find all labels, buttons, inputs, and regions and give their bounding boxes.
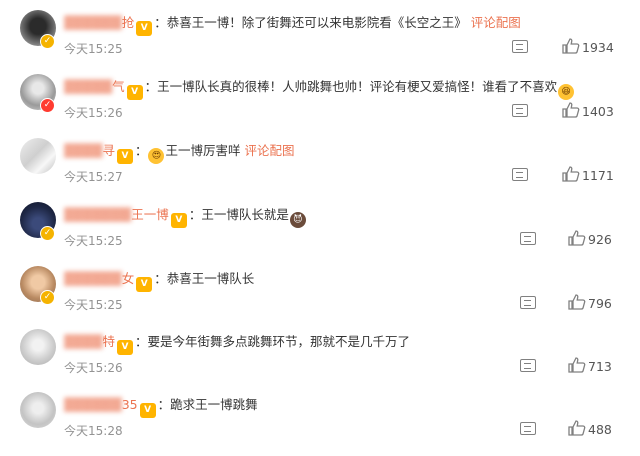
username[interactable]: 王一博 [131,207,169,222]
vip-badge-icon: V [136,21,153,36]
like-count: 713 [588,359,612,374]
thumbs-up-icon[interactable] [562,102,580,118]
vip-badge-icon: V [116,340,133,355]
username[interactable]: 气 [112,79,125,94]
comment-icon[interactable] [512,168,528,181]
comment-item: ✓ ▓▓▓▓▓气 V ：王一博队长真的很棒！人帅跳舞也帅！评论有梗又爱搞怪！谁看了不… [0,74,640,138]
comment-time: 今天15:28 [64,424,123,438]
comment-line: ▓▓▓▓▓▓女 V ：恭喜王一博队长 [64,270,620,292]
colon: ： [134,143,148,158]
comment-icon[interactable] [520,359,536,372]
comment-text: 王一博队长真的很棒！人帅跳舞也帅！评论有梗又爱搞怪！谁看了不喜欢 [157,79,558,94]
comment-text: 王一博厉害咩 [165,143,241,158]
comment-icon[interactable] [512,104,528,117]
comment-icon[interactable] [520,296,536,309]
like-count: 926 [588,232,612,247]
comment-line: ▓▓▓▓▓▓▓王一博 V ：王一博队长就是 😈 [64,206,620,228]
comment-item: ▓▓▓▓寻 V： 😍 王一博厉害咩 评论配图 今天15:27 1171 [0,138,640,202]
comment-time: 今天15:27 [64,170,123,184]
thumbs-up-icon[interactable] [568,230,586,246]
comment-item: ✓ ▓▓▓▓▓▓抢 V ：恭喜王一博！除了街舞还可以来电影院看《长空之王》 评论配图… [0,10,640,74]
comment-icon[interactable] [520,232,536,245]
colon: ： [134,334,148,349]
verified-badge-icon: ✓ [40,34,55,49]
comment-picture-link[interactable]: 评论配图 [471,15,521,30]
devil-emoji-icon: 😈 [289,212,306,228]
like-count: 796 [588,296,612,311]
thumbs-up-icon[interactable] [568,420,586,436]
username-blurred[interactable]: ▓▓▓▓▓▓▓ [64,207,131,222]
heart-eyes-emoji-icon: 😍 [148,148,165,164]
username[interactable]: 女 [122,271,135,286]
comment-line: ▓▓▓▓▓气 V ：王一博队长真的很棒！人帅跳舞也帅！评论有梗又爱搞怪！谁看了不喜欢… [64,78,620,100]
colon: ： [154,271,167,286]
thumbs-up-icon[interactable] [568,357,586,373]
comment-text: 恭喜王一博！除了街舞还可以来电影院看《长空之王》 [166,15,467,30]
colon: ： [154,15,167,30]
comment-item: ▓▓▓▓▓▓35 V ：跪求王一博跳舞 今天15:28 488 [0,392,640,456]
avatar[interactable] [20,138,56,174]
vip-badge-icon: V [139,403,156,418]
avatar[interactable] [20,392,56,428]
username-blurred[interactable]: ▓▓▓▓ [64,334,102,349]
username[interactable]: 特 [102,334,115,349]
verified-badge-icon: ✓ [40,226,55,241]
username[interactable]: 寻 [102,143,115,158]
username-blurred[interactable]: ▓▓▓▓ [64,143,102,158]
colon: ： [144,79,158,94]
comment-item: ✓ ▓▓▓▓▓▓女 V ：恭喜王一博队长 今天15:25 796 [0,266,640,330]
comment-picture-link[interactable]: 评论配图 [244,143,294,158]
comment-time: 今天15:25 [64,298,123,312]
comment-time: 今天15:25 [64,234,123,248]
vip-badge-icon: V [116,149,133,164]
comment-line: ▓▓▓▓寻 V： 😍 王一博厉害咩 评论配图 [64,142,620,164]
verified-badge-icon: ✓ [40,98,55,113]
verified-badge-icon: ✓ [40,290,55,305]
username-blurred[interactable]: ▓▓▓▓▓▓ [64,397,122,412]
like-count: 1403 [582,104,614,119]
colon: ： [188,207,202,222]
comment-time: 今天15:26 [64,361,123,375]
comment-text: 跪求王一博跳舞 [170,397,258,412]
thumbs-up-icon[interactable] [562,38,580,54]
like-count: 488 [588,422,612,437]
colon: ： [157,397,171,412]
username-blurred[interactable]: ▓▓▓▓▓▓ [64,15,122,30]
comment-line: ▓▓▓▓▓▓抢 V ：恭喜王一博！除了街舞还可以来电影院看《长空之王》 评论配图 [64,14,620,36]
thumbs-up-icon[interactable] [562,166,580,182]
like-count: 1171 [582,168,614,183]
comment-item: ✓ ▓▓▓▓▓▓▓王一博 V ：王一博队长就是 😈 今天15:25 926 [0,202,640,266]
vip-badge-icon: V [136,277,153,292]
like-count: 1934 [582,40,614,55]
comment-time: 今天15:25 [64,42,123,56]
comment-text: 要是今年街舞多点跳舞环节，那就不是几千万了 [147,334,410,349]
comment-icon[interactable] [520,422,536,435]
comment-item: ▓▓▓▓特 V ：要是今年街舞多点跳舞环节，那就不是几千万了 今天15:26 713 [0,329,640,393]
thumbs-up-icon[interactable] [568,294,586,310]
laughing-emoji-icon: 😆 [558,84,575,100]
comment-time: 今天15:26 [64,106,123,120]
comment-icon[interactable] [512,40,528,53]
avatar[interactable] [20,329,56,365]
comment-line: ▓▓▓▓特 V ：要是今年街舞多点跳舞环节，那就不是几千万了 [64,333,620,355]
vip-badge-icon: V [170,213,187,228]
comment-line: ▓▓▓▓▓▓35 V ：跪求王一博跳舞 [64,396,620,418]
username[interactable]: 35 [122,397,138,412]
username[interactable]: 抢 [122,15,135,30]
comment-text: 王一博队长就是 [201,207,289,222]
username-blurred[interactable]: ▓▓▓▓▓ [64,79,112,94]
vip-badge-icon: V [126,85,143,100]
comment-text: 恭喜王一博队长 [166,271,255,286]
username-blurred[interactable]: ▓▓▓▓▓▓ [64,271,122,286]
